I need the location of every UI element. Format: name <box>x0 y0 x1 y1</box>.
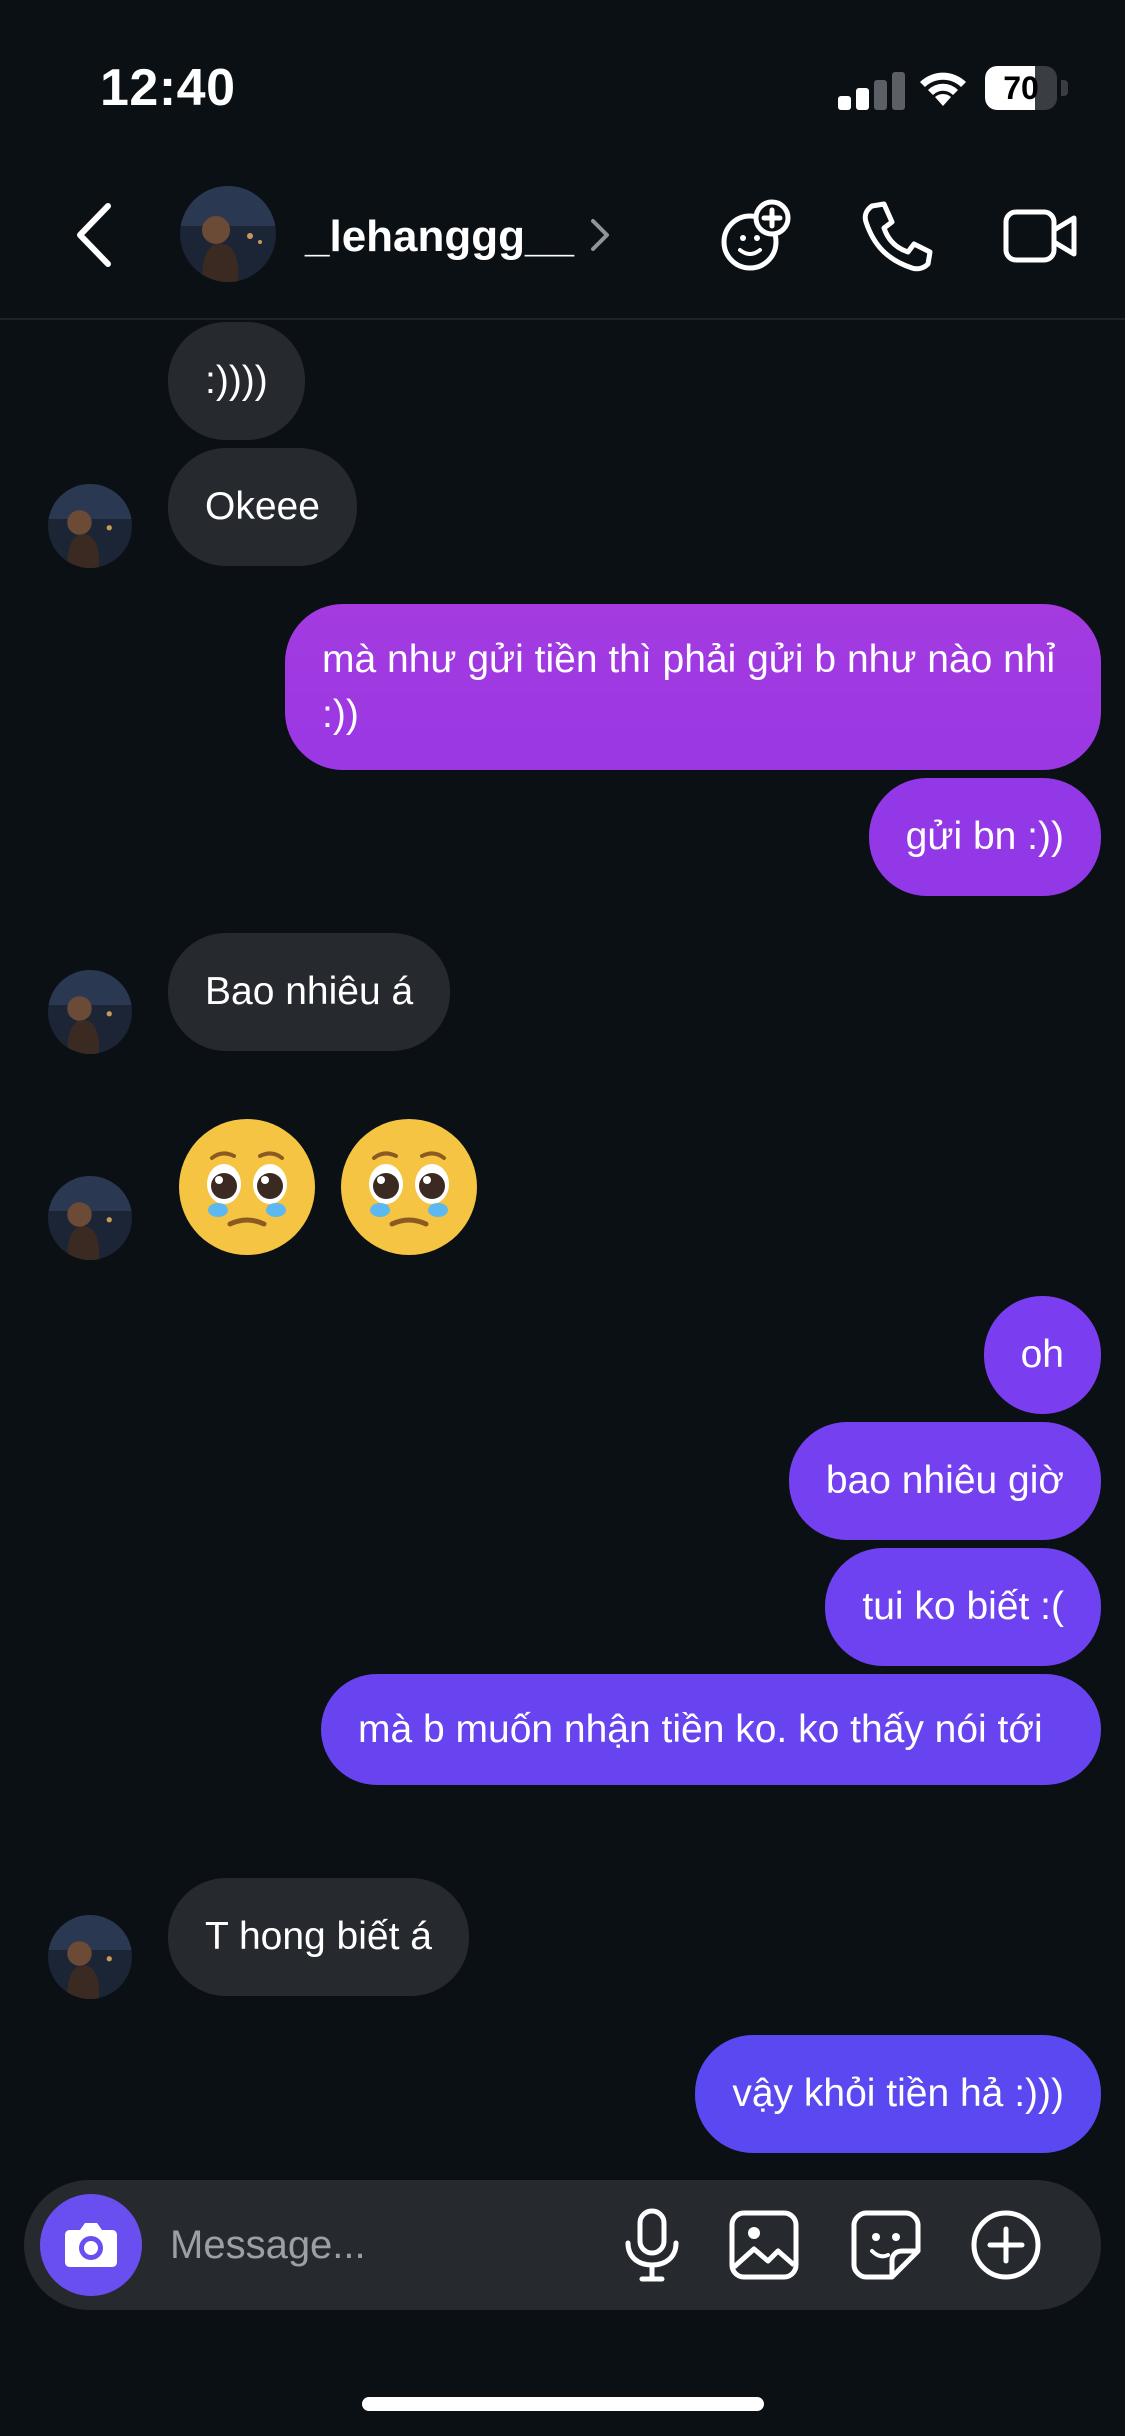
sender-avatar[interactable] <box>48 1176 132 1260</box>
message-bubble-sent[interactable]: tui ko biết :( <box>825 1548 1101 1666</box>
video-camera-icon[interactable] <box>1000 196 1080 276</box>
camera-icon <box>65 2223 117 2267</box>
effects-icon[interactable] <box>716 196 796 276</box>
status-time: 12:40 <box>100 59 236 117</box>
home-indicator[interactable] <box>362 2397 764 2411</box>
gallery-icon[interactable] <box>724 2205 804 2285</box>
message-input[interactable] <box>168 2214 592 2276</box>
cellular-signal-icon <box>838 72 905 110</box>
pleading-face-icon <box>179 1119 477 1255</box>
message-bubble-sent[interactable]: bao nhiêu giờ <box>788 1422 1101 1540</box>
sender-avatar[interactable] <box>48 1915 132 1999</box>
header-avatar[interactable] <box>180 186 276 282</box>
back-icon[interactable] <box>70 200 120 270</box>
message-bubble-sent[interactable]: gửi bn :)) <box>868 778 1101 896</box>
message-bubble-sent[interactable]: oh <box>983 1296 1101 1414</box>
plus-icon[interactable] <box>966 2205 1046 2285</box>
message-bubble-sent[interactable]: mà b muốn nhận tiền ko. ko thấy nói tới <box>321 1674 1101 1785</box>
sticker-icon[interactable] <box>846 2205 926 2285</box>
message-bubble-sent[interactable]: mà như gửi tiền thì phải gửi b như nào n… <box>285 604 1101 770</box>
message-emoji[interactable] <box>172 1112 492 1262</box>
message-bubble-sent[interactable]: vậy khỏi tiền hả :))) <box>695 2035 1101 2153</box>
sender-avatar[interactable] <box>48 970 132 1054</box>
phone-icon[interactable] <box>858 196 938 276</box>
message-bubble-received[interactable]: :)))) <box>168 322 305 440</box>
message-bubble-received[interactable]: T hong biết á <box>168 1878 469 1996</box>
wifi-icon <box>920 72 966 106</box>
battery-level: 70 <box>1003 70 1039 106</box>
chevron-right-icon[interactable] <box>588 216 612 254</box>
chat-username[interactable]: _lehanggg__ <box>305 212 574 262</box>
sender-avatar[interactable] <box>48 484 132 568</box>
battery-indicator: 70 <box>985 66 1069 110</box>
message-bubble-received[interactable]: Bao nhiêu á <box>168 933 451 1051</box>
microphone-icon[interactable] <box>612 2205 692 2285</box>
message-bubble-received[interactable]: Okeee <box>168 448 357 566</box>
camera-button[interactable] <box>40 2194 142 2296</box>
